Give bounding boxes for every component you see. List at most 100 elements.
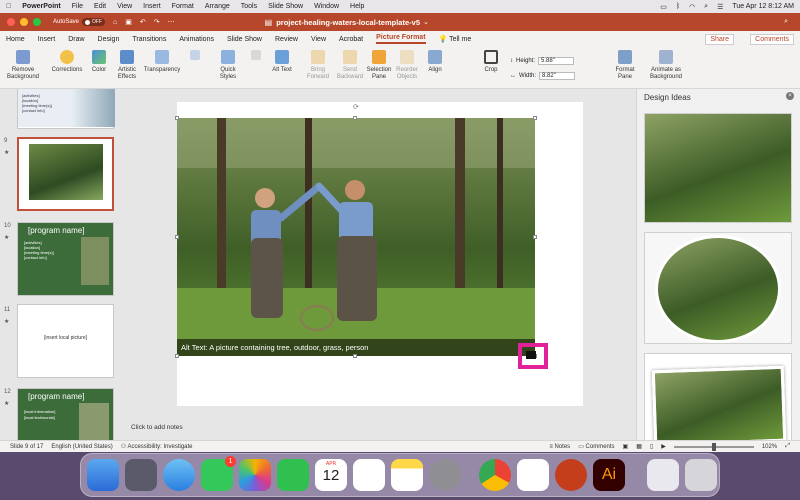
chrome-icon[interactable] <box>479 459 511 491</box>
titlebar-search-icon[interactable]: ⌕ <box>784 18 788 26</box>
slide-thumbnail-11[interactable]: [insert local picture] <box>17 304 114 378</box>
minimize-button[interactable] <box>20 18 28 26</box>
menu-window[interactable]: Window <box>314 3 339 10</box>
close-button[interactable] <box>7 18 15 26</box>
language-status[interactable]: English (United States) <box>51 444 112 450</box>
photos-icon[interactable] <box>239 459 271 491</box>
comments-button[interactable]: Comments <box>750 33 794 45</box>
corrections-button[interactable]: Corrections <box>48 50 86 74</box>
undo-icon[interactable]: ↶ <box>140 18 146 26</box>
menu-help[interactable]: Help <box>350 3 364 10</box>
resize-handle[interactable] <box>353 354 357 358</box>
reminders-icon[interactable] <box>353 459 385 491</box>
format-pane-button[interactable]: Format Pane <box>610 50 640 80</box>
menu-view[interactable]: View <box>117 3 132 10</box>
reorder-objects-button[interactable]: Reorder Objects <box>394 50 420 80</box>
quick-styles-button[interactable]: Quick Styles <box>214 50 242 80</box>
fit-slide-icon[interactable]: ⤢ <box>785 443 790 450</box>
resize-handle[interactable] <box>533 235 537 239</box>
resize-handle[interactable] <box>175 354 179 358</box>
accessibility-status[interactable]: ⚇ Accessibility: Investigate <box>121 443 193 450</box>
mail-icon[interactable] <box>517 459 549 491</box>
apple-icon[interactable]:  <box>6 3 11 10</box>
tab-review[interactable]: Review <box>275 36 298 43</box>
notes-placeholder[interactable]: Click to add notes <box>131 424 183 431</box>
slide-thumbnail-10[interactable]: [program name] [activities] [location] [me… <box>17 222 114 296</box>
rotate-handle-icon[interactable]: ⟳ <box>353 103 359 111</box>
compress-icon[interactable] <box>184 50 206 63</box>
tab-animations[interactable]: Animations <box>179 36 214 43</box>
tab-home[interactable]: Home <box>6 36 25 43</box>
control-center-icon[interactable]: ☰ <box>717 3 723 11</box>
autosave-toggle[interactable]: OFF <box>82 18 106 26</box>
search-icon[interactable]: ⌕ <box>704 3 708 11</box>
downloads-folder-icon[interactable] <box>647 459 679 491</box>
menu-slideshow[interactable]: Slide Show <box>268 3 303 10</box>
zoom-thumb[interactable] <box>711 442 716 451</box>
menu-format[interactable]: Format <box>172 3 194 10</box>
notes-toggle[interactable]: ≡ Notes <box>549 444 570 450</box>
transparency-button[interactable]: Transparency <box>142 50 182 74</box>
tab-picture-format[interactable]: Picture Format <box>376 34 426 44</box>
design-idea-2[interactable] <box>644 232 792 344</box>
safari-icon[interactable] <box>163 459 195 491</box>
menu-tools[interactable]: Tools <box>241 3 257 10</box>
slide-thumbnail-8[interactable]: [activities] [location] [meeting time(s)][… <box>17 89 115 129</box>
menu-insert[interactable]: Insert <box>143 3 161 10</box>
height-input[interactable]: 5.88" <box>538 57 575 65</box>
tab-draw[interactable]: Draw <box>68 36 84 43</box>
color-button[interactable]: Color <box>88 50 110 74</box>
width-input[interactable]: 8.82" <box>539 72 576 80</box>
tab-acrobat[interactable]: Acrobat <box>339 36 363 43</box>
bluetooth-icon[interactable]: ᛒ <box>676 3 680 10</box>
launchpad-icon[interactable] <box>125 459 157 491</box>
alt-text-button[interactable]: Alt Text <box>270 50 294 74</box>
normal-view-icon[interactable]: ▣ <box>623 443 629 450</box>
menu-arrange[interactable]: Arrange <box>205 3 230 10</box>
comments-toggle[interactable]: ▭ Comments <box>578 443 614 450</box>
close-pane-icon[interactable]: × <box>786 92 794 100</box>
align-button[interactable]: Align <box>424 50 446 74</box>
design-idea-1[interactable] <box>644 113 792 223</box>
bring-forward-button[interactable]: Bring Forward <box>302 50 334 80</box>
design-idea-3[interactable] <box>644 353 792 443</box>
slideshow-view-icon[interactable]: ▶ <box>661 443 666 450</box>
crop-button[interactable]: Crop <box>478 50 504 74</box>
trash-icon[interactable] <box>685 459 717 491</box>
resize-handle[interactable] <box>353 116 357 120</box>
menu-edit[interactable]: Edit <box>94 3 106 10</box>
tab-transitions[interactable]: Transitions <box>132 36 166 43</box>
redo-icon[interactable]: ↷ <box>154 18 160 26</box>
resize-handle[interactable] <box>533 116 537 120</box>
calendar-icon[interactable]: APR 12 <box>315 459 347 491</box>
save-icon[interactable]: ▣ <box>125 18 132 26</box>
app-menu[interactable]: PowerPoint <box>22 3 61 10</box>
resize-handle[interactable] <box>175 235 179 239</box>
display-icon[interactable]: ▭ <box>660 3 667 11</box>
share-button[interactable]: Share <box>705 33 734 45</box>
resize-handle[interactable] <box>175 116 179 120</box>
reading-view-icon[interactable]: ▯ <box>650 443 653 450</box>
artistic-effects-button[interactable]: Artistic Effects <box>114 50 140 80</box>
zoom-level[interactable]: 102% <box>762 444 777 450</box>
notes-app-icon[interactable] <box>391 459 423 491</box>
tab-slideshow[interactable]: Slide Show <box>227 36 262 43</box>
title-chevron-icon[interactable]: ⌄ <box>423 18 429 26</box>
more-icon[interactable]: ⋯ <box>168 18 175 26</box>
selected-picture[interactable]: Alt Text: A picture containing tree, out… <box>177 118 535 356</box>
clock[interactable]: Tue Apr 12 8:12 AM <box>732 3 794 10</box>
sorter-view-icon[interactable]: ▦ <box>636 443 642 450</box>
zoom-slider[interactable] <box>673 442 754 451</box>
tab-insert[interactable]: Insert <box>38 36 56 43</box>
zoom-button[interactable] <box>33 18 41 26</box>
remove-background-button[interactable]: Remove Background <box>6 50 40 80</box>
animate-as-background-button[interactable]: Animate as Background <box>646 50 686 80</box>
finder-icon[interactable] <box>87 459 119 491</box>
selection-pane-button[interactable]: Selection Pane <box>364 50 394 80</box>
alt-text-badge-icon[interactable] <box>526 351 536 359</box>
system-preferences-icon[interactable] <box>429 459 461 491</box>
tell-me[interactable]: 💡 Tell me <box>439 35 472 43</box>
send-backward-button[interactable]: Send Backward <box>334 50 366 80</box>
powerpoint-icon[interactable] <box>555 459 587 491</box>
illustrator-icon[interactable]: Ai <box>593 459 625 491</box>
